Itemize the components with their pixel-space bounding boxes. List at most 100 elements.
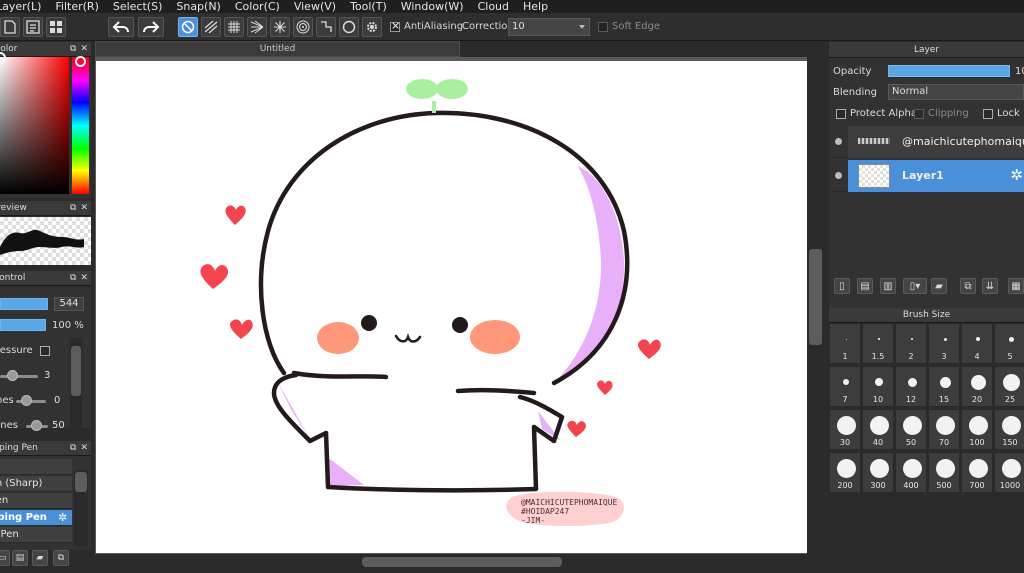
brush-size-option[interactable]: 70: [928, 409, 960, 450]
snap-grid-button[interactable]: [224, 17, 244, 37]
delete-layer-button[interactable]: ▦: [1008, 278, 1024, 294]
lock-checkbox[interactable]: [983, 109, 993, 119]
menu-tool[interactable]: Tool(T): [343, 0, 394, 13]
brush-size-option[interactable]: 500: [928, 452, 960, 493]
menu-snap[interactable]: Snap(N): [169, 0, 228, 13]
undock-icon[interactable]: ⧉: [70, 201, 76, 215]
brush-list-scrollbar[interactable]: [74, 470, 88, 546]
add-layer-dropdown-button[interactable]: ▯▾: [903, 278, 927, 294]
canvas-vertical-scrollbar[interactable]: [808, 57, 823, 569]
close-icon[interactable]: ✕: [80, 271, 88, 285]
redo-button[interactable]: [138, 17, 164, 37]
visibility-icon[interactable]: [835, 172, 842, 179]
brush-size-option[interactable]: 300: [862, 452, 894, 493]
undock-icon[interactable]: ⧉: [70, 42, 76, 56]
undock-icon[interactable]: ⧉: [70, 441, 76, 455]
brush-opacity-slider[interactable]: [0, 319, 46, 331]
brush-list-item[interactable]: Fill Pen: [0, 527, 72, 543]
brush-size-option[interactable]: 25: [994, 366, 1024, 407]
brush-size-option[interactable]: 1000: [994, 452, 1024, 493]
brush-edit-button[interactable]: ▤: [12, 550, 28, 566]
brush-size-option[interactable]: 5: [994, 323, 1024, 364]
close-icon[interactable]: ✕: [80, 201, 88, 215]
brush-size-option[interactable]: 4: [961, 323, 993, 364]
times-knob[interactable]: [21, 395, 32, 406]
brush-width-value[interactable]: 544: [54, 297, 84, 311]
canvas-tab[interactable]: Untitled: [95, 41, 460, 57]
new-folder-button[interactable]: ▰: [931, 278, 947, 294]
layer-item[interactable]: Layer1 ✲: [848, 160, 1024, 192]
scrollbar-thumb[interactable]: [362, 557, 562, 567]
brush-size-option[interactable]: 2: [895, 323, 927, 364]
brush-size-option[interactable]: 10: [862, 366, 894, 407]
new-file-button[interactable]: [0, 17, 20, 37]
new-layer-button[interactable]: ▯: [834, 278, 850, 294]
brush-size-option[interactable]: 3: [928, 323, 960, 364]
snap-ellipse-button[interactable]: [339, 17, 359, 37]
antialiasing-checkbox[interactable]: [390, 19, 400, 32]
brush-list-item[interactable]: Pen (Sharp): [0, 476, 72, 492]
brush-size-option[interactable]: 30: [829, 409, 861, 450]
brush-folder-button[interactable]: ▰: [32, 550, 48, 566]
merge-layer-button[interactable]: ⇊: [982, 278, 998, 294]
close-icon[interactable]: ✕: [80, 441, 88, 455]
brush-control-scrollbar[interactable]: [70, 338, 82, 428]
menu-select[interactable]: Select(S): [106, 0, 170, 13]
brush-size-option[interactable]: 400: [895, 452, 927, 493]
close-icon[interactable]: ✕: [80, 42, 88, 56]
menu-cloud[interactable]: Cloud: [471, 0, 516, 13]
clipping-checkbox[interactable]: [914, 109, 924, 119]
brush-size-option[interactable]: 7: [829, 366, 861, 407]
stabilizer-knob[interactable]: [7, 370, 18, 381]
scrollbar-thumb[interactable]: [75, 472, 87, 492]
brush-size-option[interactable]: 40: [862, 409, 894, 450]
visibility-icon[interactable]: [835, 138, 842, 145]
brush-size-option[interactable]: 700: [961, 452, 993, 493]
menu-view[interactable]: View(V): [287, 0, 343, 13]
brush-size-option[interactable]: 200: [829, 452, 861, 493]
saturation-value-picker[interactable]: [0, 52, 69, 194]
snap-curve-button[interactable]: [316, 17, 336, 37]
layer-row[interactable]: @maichicutephomaique: [830, 126, 1024, 158]
new-layer-1bit-button[interactable]: ▥: [880, 278, 896, 294]
brush-size-option[interactable]: 15: [928, 366, 960, 407]
brush-size-option[interactable]: 1: [829, 323, 861, 364]
snap-concentric-button[interactable]: [293, 17, 313, 37]
soft-edge-checkbox[interactable]: [598, 22, 608, 32]
layer-opacity-slider[interactable]: [888, 65, 1010, 77]
brush-size-option[interactable]: 150: [994, 409, 1024, 450]
menu-window[interactable]: Window(W): [394, 0, 471, 13]
hue-slider[interactable]: [72, 56, 89, 194]
brush-size-option[interactable]: 1.5: [862, 323, 894, 364]
snap-off-button[interactable]: [178, 17, 198, 37]
menu-filter[interactable]: Filter(R): [48, 0, 105, 13]
protect-alpha-checkbox[interactable]: [836, 109, 846, 119]
layer-row[interactable]: Layer1 ✲: [830, 160, 1024, 192]
open-file-button[interactable]: [23, 17, 43, 37]
brush-width-slider[interactable]: [0, 298, 48, 310]
undock-icon[interactable]: ⧉: [70, 271, 76, 285]
gear-icon[interactable]: ✲: [1010, 166, 1023, 184]
duplicate-layer-button[interactable]: ⧉: [960, 278, 976, 294]
brush-list-item[interactable]: Pen: [0, 493, 72, 509]
brush-size-option[interactable]: 100: [961, 409, 993, 450]
layer-item[interactable]: @maichicutephomaique: [848, 126, 1024, 158]
scrollbar-thumb[interactable]: [71, 346, 81, 396]
snap-parallel-button[interactable]: [201, 17, 221, 37]
min-lines-knob[interactable]: [31, 420, 42, 431]
new-layer-8bit-button[interactable]: ▤: [857, 278, 873, 294]
brush-size-option[interactable]: 20: [961, 366, 993, 407]
snap-radial-button[interactable]: [270, 17, 290, 37]
hue-cursor[interactable]: [75, 56, 86, 67]
correction-select[interactable]: 10: [508, 18, 590, 36]
stabilizer-track[interactable]: [0, 375, 38, 378]
pressure-checkbox[interactable]: [40, 346, 50, 356]
snap-settings-button[interactable]: [362, 17, 382, 37]
gear-icon[interactable]: ✲: [58, 510, 67, 525]
drawing-canvas[interactable]: @MAICHICUTEPHOMAIQUE #HOIDAP247 -JIM-: [96, 61, 807, 553]
menu-help[interactable]: Help: [516, 0, 555, 13]
brush-new-button[interactable]: ▭: [0, 550, 10, 566]
brush-list-item[interactable]: [0, 459, 72, 475]
brush-list-item[interactable]: Clipping Pen ✲: [0, 510, 72, 526]
menu-layer[interactable]: Layer(L): [0, 0, 48, 13]
